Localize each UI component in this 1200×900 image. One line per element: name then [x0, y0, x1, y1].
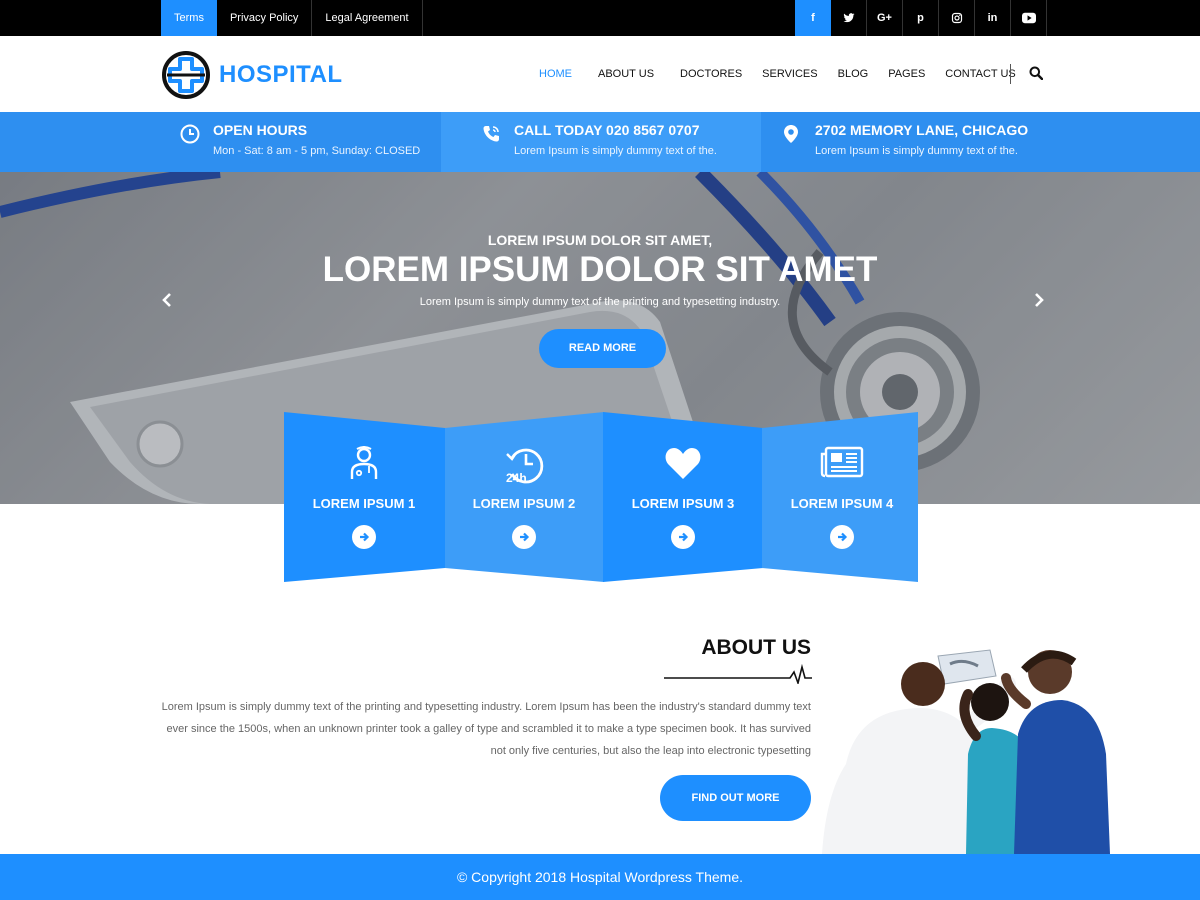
hero-subtitle: LOREM IPSUM DOLOR SIT AMET, [487, 232, 713, 248]
clock-icon [180, 122, 200, 157]
privacy-policy-link[interactable]: Privacy Policy [217, 0, 313, 36]
nav-services[interactable]: SERVICES [752, 68, 827, 80]
info-subtitle: Lorem Ipsum is simply dummy text of the. [514, 145, 717, 157]
logo[interactable]: HOSPITAL [161, 50, 343, 100]
feature-box-3[interactable]: LOREM IPSUM 3 [603, 412, 763, 584]
arrow-right-icon[interactable] [512, 525, 536, 549]
hero-title: LOREM IPSUM DOLOR SIT AMET [322, 250, 878, 289]
top-links: Terms Privacy Policy Legal Agreement [161, 0, 423, 36]
feature-box-1[interactable]: LOREM IPSUM 1 [284, 412, 445, 584]
youtube-icon[interactable] [1011, 0, 1047, 36]
main-nav: HOME ABOUT US DOCTORES SERVICES BLOG PAG… [529, 36, 1026, 112]
about-title: ABOUT US [701, 636, 811, 659]
info-subtitle: Mon - Sat: 8 am - 5 pm, Sunday: CLOSED [213, 145, 421, 157]
site-header: HOSPITAL HOME ABOUT US DOCTORES SERVICES… [0, 36, 1200, 112]
nav-blog[interactable]: BLOG [828, 68, 879, 80]
info-title: CALL TODAY 020 8567 0707 [514, 122, 700, 138]
nav-home[interactable]: HOME [529, 68, 582, 80]
feature-box-4[interactable]: LOREM IPSUM 4 [762, 412, 922, 584]
feature-label: LOREM IPSUM 4 [790, 496, 894, 511]
info-open-hours: OPEN HOURS Mon - Sat: 8 am - 5 pm, Sunda… [180, 122, 420, 157]
nav-doctores[interactable]: DOCTORES [670, 68, 752, 80]
hero-description: Lorem Ipsum is simply dummy text of the … [419, 296, 781, 308]
svg-text:24h: 24h [506, 471, 527, 484]
slider-next-arrow-icon[interactable] [1029, 290, 1049, 310]
social-links: f G+ p in [795, 0, 1047, 36]
facebook-icon[interactable]: f [795, 0, 831, 36]
google-plus-icon[interactable]: G+ [867, 0, 903, 36]
nav-about-us[interactable]: ABOUT US [588, 68, 664, 80]
heart-icon [603, 446, 763, 480]
phone-icon [481, 122, 501, 157]
arrow-right-icon[interactable] [671, 525, 695, 549]
info-title: OPEN HOURS [213, 122, 308, 138]
nav-pages[interactable]: PAGES [878, 68, 935, 80]
nav-contact-us[interactable]: CONTACT US [935, 68, 1026, 80]
top-bar: Terms Privacy Policy Legal Agreement f G… [0, 0, 1200, 36]
feature-box-2[interactable]: 24h LOREM IPSUM 2 [444, 412, 604, 584]
feature-label: LOREM IPSUM 3 [631, 496, 735, 511]
feature-label: LOREM IPSUM 2 [472, 496, 576, 511]
legal-agreement-link[interactable]: Legal Agreement [312, 0, 423, 36]
info-subtitle: Lorem Ipsum is simply dummy text of the. [815, 145, 1018, 157]
slider-prev-arrow-icon[interactable] [157, 290, 177, 310]
heartbeat-divider-icon [664, 664, 812, 684]
instagram-icon[interactable] [939, 0, 975, 36]
feature-label: LOREM IPSUM 1 [312, 496, 416, 511]
read-more-button[interactable]: READ MORE [539, 329, 666, 368]
info-title: 2702 MEMORY LANE, CHICAGO [815, 122, 1029, 138]
terms-link[interactable]: Terms [161, 0, 217, 36]
copyright-text: © Copyright 2018 Hospital Wordpress Them… [456, 869, 744, 885]
newspaper-icon [762, 446, 922, 478]
24h-clock-icon: 24h [444, 446, 604, 484]
info-call-today: CALL TODAY 020 8567 0707 Lorem Ipsum is … [481, 122, 717, 157]
logo-text: HOSPITAL [219, 61, 343, 88]
arrow-right-icon[interactable] [352, 525, 376, 549]
info-bar: OPEN HOURS Mon - Sat: 8 am - 5 pm, Sunda… [0, 112, 1200, 172]
hospital-cross-logo-icon [162, 51, 210, 99]
doctor-icon [284, 446, 444, 480]
about-text: Lorem Ipsum is simply dummy text of the … [161, 701, 811, 757]
feature-boxes: LOREM IPSUM 1 24h LOREM IPSUM 2 LOREM IP… [284, 412, 920, 584]
footer: © Copyright 2018 Hospital Wordpress Them… [0, 854, 1200, 900]
doctors-image [822, 649, 1110, 854]
arrow-right-icon[interactable] [830, 525, 854, 549]
search-icon[interactable] [1029, 66, 1044, 85]
find-out-more-button[interactable]: FIND OUT MORE [660, 775, 811, 821]
nav-divider [1010, 64, 1011, 84]
twitter-icon[interactable] [831, 0, 867, 36]
location-pin-icon [782, 122, 802, 157]
pinterest-icon[interactable]: p [903, 0, 939, 36]
linkedin-icon[interactable]: in [975, 0, 1011, 36]
info-address: 2702 MEMORY LANE, CHICAGO Lorem Ipsum is… [782, 122, 1028, 157]
